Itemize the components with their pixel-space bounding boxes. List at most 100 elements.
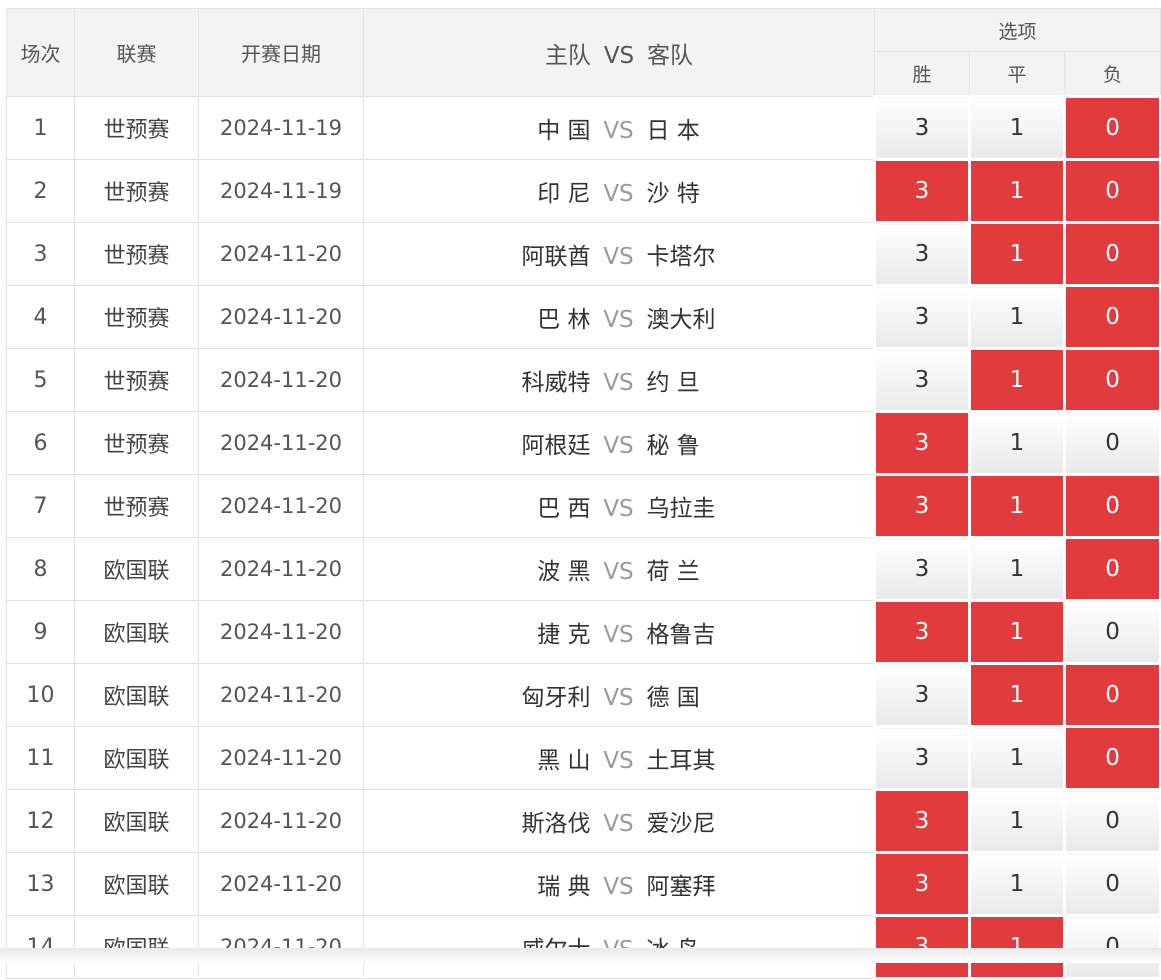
- pick-win[interactable]: 3: [873, 599, 971, 665]
- pick-draw[interactable]: 1: [968, 410, 1066, 476]
- away-team: 澳大利: [646, 307, 716, 333]
- match-teams: 科威特 VS 约 旦: [363, 348, 875, 412]
- header-date: 开赛日期: [198, 8, 364, 97]
- match-index: 7: [6, 474, 75, 538]
- pick-loss[interactable]: 0: [1062, 914, 1161, 980]
- pick-draw[interactable]: 1: [968, 914, 1066, 980]
- match-index: 6: [6, 411, 75, 475]
- pick-draw[interactable]: 1: [968, 95, 1066, 161]
- table-row: 6 世预赛 2024-11-20 阿根廷 VS 秘 鲁 3 1 0: [6, 410, 1161, 476]
- match-date: 2024-11-19: [198, 159, 364, 223]
- match-date: 2024-11-20: [198, 348, 364, 412]
- league-name: 世预赛: [74, 348, 199, 412]
- pick-win[interactable]: 3: [873, 536, 971, 602]
- away-team: 乌拉圭: [646, 496, 716, 522]
- match-index: 4: [6, 285, 75, 349]
- pick-loss[interactable]: 0: [1062, 599, 1161, 665]
- league-name: 世预赛: [74, 474, 199, 538]
- pick-win[interactable]: 3: [873, 662, 971, 728]
- pick-loss[interactable]: 0: [1062, 410, 1161, 476]
- pick-loss[interactable]: 0: [1062, 347, 1161, 413]
- vs-label: VS: [603, 244, 634, 270]
- header-index: 场次: [6, 8, 75, 97]
- match-teams: 斯洛伐 VS 爱沙尼: [363, 789, 875, 853]
- pick-loss[interactable]: 0: [1062, 284, 1161, 350]
- pick-win[interactable]: 3: [873, 347, 971, 413]
- pick-draw[interactable]: 1: [968, 662, 1066, 728]
- header-draw: 平: [969, 51, 1065, 97]
- pick-loss[interactable]: 0: [1062, 221, 1161, 287]
- match-date: 2024-11-20: [198, 411, 364, 475]
- pick-draw[interactable]: 1: [968, 599, 1066, 665]
- match-teams: 中 国 VS 日 本: [363, 96, 875, 160]
- match-date: 2024-11-19: [198, 96, 364, 160]
- pick-loss[interactable]: 0: [1062, 536, 1161, 602]
- away-team: 爱沙尼: [646, 811, 716, 837]
- pick-draw[interactable]: 1: [968, 347, 1066, 413]
- pick-draw[interactable]: 1: [968, 851, 1066, 917]
- vs-label: VS: [603, 496, 634, 522]
- pick-win[interactable]: 3: [873, 851, 971, 917]
- match-index: 13: [6, 852, 75, 916]
- match-teams: 波 黑 VS 荷 兰: [363, 537, 875, 601]
- match-date: 2024-11-20: [198, 663, 364, 727]
- match-index: 1: [6, 96, 75, 160]
- pick-win[interactable]: 3: [873, 284, 971, 350]
- pick-loss[interactable]: 0: [1062, 725, 1161, 791]
- home-team: 印 尼: [537, 181, 591, 207]
- away-team: 约 旦: [646, 370, 700, 396]
- table-row: 8 欧国联 2024-11-20 波 黑 VS 荷 兰 3 1 0: [6, 536, 1161, 602]
- vs-label: VS: [603, 307, 634, 333]
- pick-win[interactable]: 3: [873, 725, 971, 791]
- home-team: 阿联酋: [521, 244, 591, 270]
- table-row: 14 欧国联 2024-11-20 威尔士VS冰 岛 3 1 0: [6, 914, 1161, 980]
- pick-loss[interactable]: 0: [1062, 851, 1161, 917]
- league-name: 欧国联: [74, 852, 199, 916]
- league-name: 世预赛: [74, 96, 199, 160]
- match-index: 3: [6, 222, 75, 286]
- header-options: 选项: [873, 8, 1161, 52]
- pick-draw[interactable]: 1: [968, 725, 1066, 791]
- table-row: 4 世预赛 2024-11-20 巴 林 VS 澳大利 3 1 0: [6, 284, 1161, 350]
- pick-loss[interactable]: 0: [1062, 662, 1161, 728]
- pick-loss[interactable]: 0: [1062, 95, 1161, 161]
- home-team: 科威特: [521, 370, 591, 396]
- pick-win[interactable]: 3: [873, 473, 971, 539]
- league-name: 欧国联: [74, 537, 199, 601]
- match-date: 2024-11-20: [198, 222, 364, 286]
- pick-draw[interactable]: 1: [968, 221, 1066, 287]
- home-team: 黑 山: [537, 748, 591, 774]
- header-loss: 负: [1063, 51, 1161, 97]
- home-team: 波 黑: [537, 559, 591, 585]
- match-index: 10: [6, 663, 75, 727]
- pick-loss[interactable]: 0: [1062, 158, 1161, 224]
- pick-win[interactable]: 3: [873, 95, 971, 161]
- away-team: 土耳其: [646, 748, 716, 774]
- pick-draw[interactable]: 1: [968, 284, 1066, 350]
- pick-draw[interactable]: 1: [968, 788, 1066, 854]
- table-body: 1 世预赛 2024-11-19 中 国 VS 日 本 3 1 0 2 世预赛 20…: [6, 95, 1161, 980]
- pick-win[interactable]: 3: [873, 914, 971, 980]
- match-teams: 匈牙利 VS 德 国: [363, 663, 875, 727]
- pick-win[interactable]: 3: [873, 410, 971, 476]
- match-date: 2024-11-20: [198, 537, 364, 601]
- league-name: 世预赛: [74, 222, 199, 286]
- pick-draw[interactable]: 1: [968, 473, 1066, 539]
- match-index: 9: [6, 600, 75, 664]
- pick-win[interactable]: 3: [873, 221, 971, 287]
- pick-win[interactable]: 3: [873, 788, 971, 854]
- away-team: 荷 兰: [646, 559, 700, 585]
- pick-loss[interactable]: 0: [1062, 788, 1161, 854]
- pick-draw[interactable]: 1: [968, 536, 1066, 602]
- vs-label: VS: [603, 559, 634, 585]
- pick-loss[interactable]: 0: [1062, 473, 1161, 539]
- match-teams: 黑 山 VS 土耳其: [363, 726, 875, 790]
- match-teams: 捷 克 VS 格鲁吉: [363, 600, 875, 664]
- header-win: 胜: [874, 51, 970, 97]
- pick-draw[interactable]: 1: [968, 158, 1066, 224]
- vs-label: VS: [603, 622, 634, 648]
- vs-label: VS: [603, 685, 634, 711]
- pick-win[interactable]: 3: [873, 158, 971, 224]
- match-teams: 瑞 典 VS 阿塞拜: [363, 852, 875, 916]
- league-name: 世预赛: [74, 159, 199, 223]
